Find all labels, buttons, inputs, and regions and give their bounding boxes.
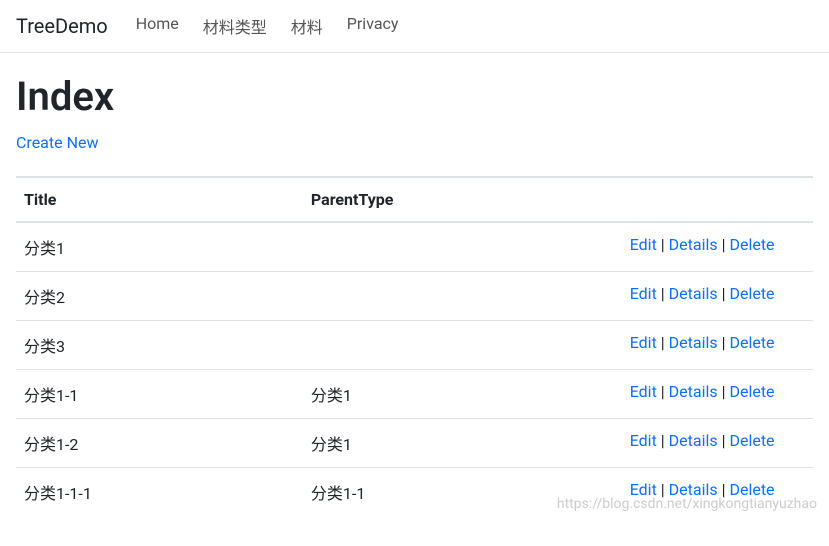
cell-parent xyxy=(303,222,622,272)
cell-title: 分类3 xyxy=(16,321,303,370)
cell-actions: Edit | Details | Delete xyxy=(622,370,813,419)
nav-link-privacy[interactable]: Privacy xyxy=(335,6,411,41)
separator: | xyxy=(657,333,669,352)
cell-parent xyxy=(303,272,622,321)
nav-link-material-type[interactable]: 材料类型 xyxy=(191,10,279,45)
table-row: 分类1-1-1分类1-1Edit | Details | Delete xyxy=(16,468,813,517)
cell-actions: Edit | Details | Delete xyxy=(622,419,813,468)
table-body: 分类1Edit | Details | Delete分类2Edit | Deta… xyxy=(16,222,813,516)
edit-link[interactable]: Edit xyxy=(630,235,657,254)
separator: | xyxy=(657,235,669,254)
details-link[interactable]: Details xyxy=(669,284,718,303)
delete-link[interactable]: Delete xyxy=(729,431,774,450)
delete-link[interactable]: Delete xyxy=(729,480,774,499)
navbar: TreeDemo Home 材料类型 材料 Privacy xyxy=(0,0,829,53)
details-link[interactable]: Details xyxy=(669,235,718,254)
delete-link[interactable]: Delete xyxy=(729,333,774,352)
table-row: 分类3 Edit | Details | Delete xyxy=(16,321,813,370)
cell-title: 分类1-2 xyxy=(16,419,303,468)
cell-parent: 分类1 xyxy=(303,370,622,419)
cell-parent: 分类1 xyxy=(303,419,622,468)
details-link[interactable]: Details xyxy=(669,333,718,352)
details-link[interactable]: Details xyxy=(669,431,718,450)
cell-actions: Edit | Details | Delete xyxy=(622,222,813,272)
cell-actions: Edit | Details | Delete xyxy=(622,468,813,517)
details-link[interactable]: Details xyxy=(669,382,718,401)
header-parent: ParentType xyxy=(303,177,622,222)
main-container: Index Create New Title ParentType 分类1Edi… xyxy=(0,53,829,516)
delete-link[interactable]: Delete xyxy=(729,382,774,401)
page-title: Index xyxy=(16,73,813,121)
separator: | xyxy=(657,284,669,303)
cell-title: 分类1 xyxy=(16,222,303,272)
table-row: 分类2 Edit | Details | Delete xyxy=(16,272,813,321)
cell-title: 分类1-1-1 xyxy=(16,468,303,517)
separator: | xyxy=(657,382,669,401)
edit-link[interactable]: Edit xyxy=(630,382,657,401)
cell-title: 分类1-1 xyxy=(16,370,303,419)
delete-link[interactable]: Delete xyxy=(729,284,774,303)
separator: | xyxy=(657,431,669,450)
details-link[interactable]: Details xyxy=(669,480,718,499)
table-row: 分类1-1分类1Edit | Details | Delete xyxy=(16,370,813,419)
edit-link[interactable]: Edit xyxy=(630,284,657,303)
cell-actions: Edit | Details | Delete xyxy=(622,321,813,370)
nav-link-home[interactable]: Home xyxy=(124,6,191,41)
separator: | xyxy=(718,284,730,303)
separator: | xyxy=(718,431,730,450)
cell-parent: 分类1-1 xyxy=(303,468,622,517)
separator: | xyxy=(718,333,730,352)
edit-link[interactable]: Edit xyxy=(630,480,657,499)
create-new-link[interactable]: Create New xyxy=(16,133,98,152)
data-table: Title ParentType 分类1Edit | Details | Del… xyxy=(16,176,813,516)
navbar-brand[interactable]: TreeDemo xyxy=(16,8,108,44)
table-row: 分类1 Edit | Details | Delete xyxy=(16,222,813,272)
delete-link[interactable]: Delete xyxy=(729,235,774,254)
separator: | xyxy=(718,382,730,401)
table-header-row: Title ParentType xyxy=(16,177,813,222)
edit-link[interactable]: Edit xyxy=(630,431,657,450)
table-row: 分类1-2分类1Edit | Details | Delete xyxy=(16,419,813,468)
edit-link[interactable]: Edit xyxy=(630,333,657,352)
separator: | xyxy=(657,480,669,499)
header-actions xyxy=(622,177,813,222)
nav-link-material[interactable]: 材料 xyxy=(279,10,335,45)
cell-parent xyxy=(303,321,622,370)
cell-actions: Edit | Details | Delete xyxy=(622,272,813,321)
navbar-nav: Home 材料类型 材料 Privacy xyxy=(124,14,411,38)
separator: | xyxy=(718,480,730,499)
separator: | xyxy=(718,235,730,254)
header-title: Title xyxy=(16,177,303,222)
cell-title: 分类2 xyxy=(16,272,303,321)
